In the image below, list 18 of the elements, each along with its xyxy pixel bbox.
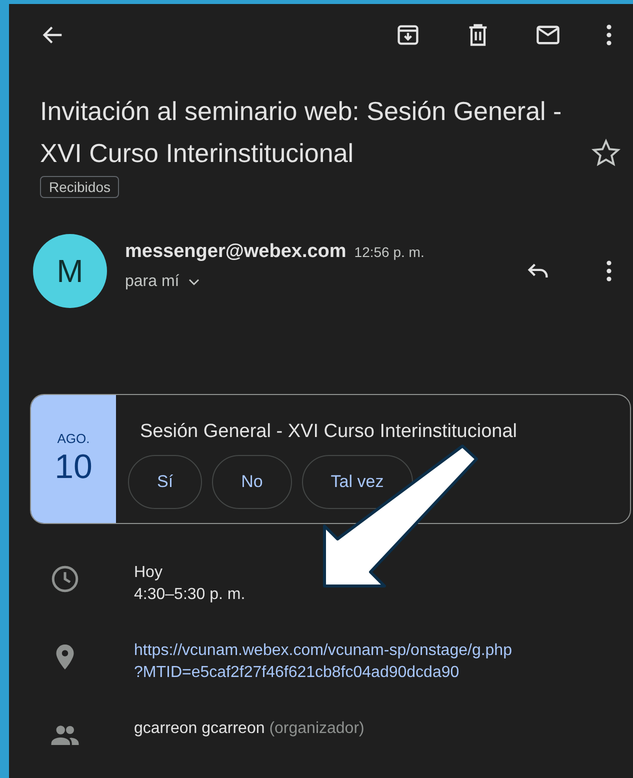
event-time: Hoy 4:30–5:30 p. m. [134, 563, 246, 605]
recipient-label: para mí [125, 273, 180, 291]
organizer-name: gcarreon gcarreon (organizador) [134, 719, 364, 739]
rsvp-button[interactable]: Sí [128, 455, 202, 509]
event-month: AGO. [57, 431, 90, 446]
meeting-link[interactable]: https://vcunam.webex.com/vcunam-sp/onstage/g.php ?MTID=e5caf2f27f46f621cb8fc04ad90dcda90 [134, 640, 512, 684]
more-icon[interactable] [605, 259, 613, 283]
more-icon[interactable] [605, 23, 613, 47]
star-icon[interactable] [591, 138, 621, 168]
sender-address: messenger@webex.com [125, 241, 346, 263]
clock-icon [50, 564, 80, 594]
event-day: 10 [54, 448, 92, 487]
email-subject: Invitación al seminario web: Sesión General - XVI Curso Interinstitucional [40, 95, 563, 170]
event-title: Sesión General - XVI Curso Interinstitucional [140, 421, 518, 443]
rsvp-button[interactable]: No [212, 455, 292, 509]
avatar: M [33, 234, 107, 308]
sent-time: 12:56 p. m. [354, 244, 424, 260]
label-chip[interactable]: Recibidos [40, 176, 120, 198]
